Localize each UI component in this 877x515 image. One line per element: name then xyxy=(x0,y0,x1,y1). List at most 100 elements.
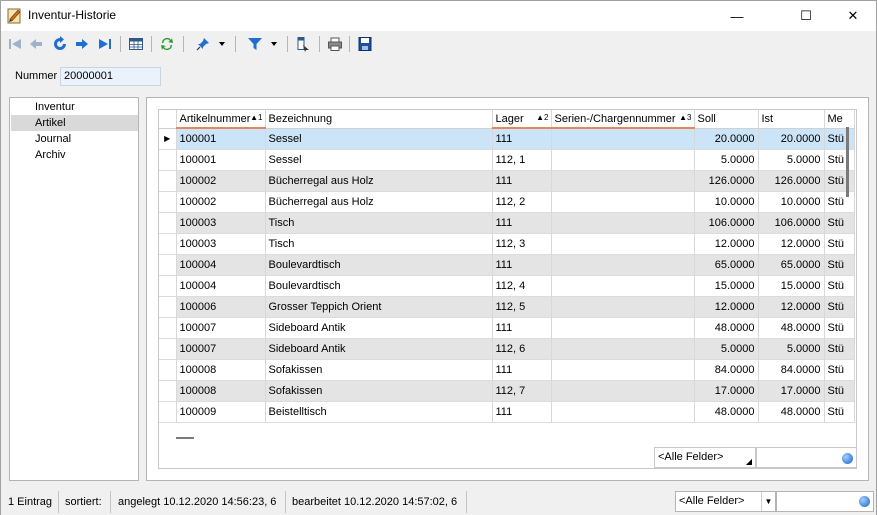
table-row[interactable]: 100004 Boulevardtisch 111 65.0000 65.0000 Stü xyxy=(159,254,855,276)
cell-serien-chargennummer[interactable] xyxy=(551,359,695,381)
cell-artikelnummer[interactable]: 100007 xyxy=(176,338,266,360)
cell-bezeichnung[interactable]: Sessel xyxy=(265,149,493,171)
cell-artikelnummer[interactable]: 100003 xyxy=(176,212,266,234)
cell-serien-chargennummer[interactable] xyxy=(551,296,695,318)
table-row[interactable]: 100003 Tisch 112, 3 12.0000 12.0000 Stü xyxy=(159,233,855,255)
cell-artikelnummer[interactable]: 100008 xyxy=(176,359,266,381)
table-row[interactable]: ▶ 100001 Sessel 111 20.0000 20.0000 Stü xyxy=(159,128,855,150)
pin-button[interactable] xyxy=(193,34,213,54)
print-button[interactable] xyxy=(325,34,345,54)
cell-lager[interactable]: 111 xyxy=(492,317,552,339)
cell-artikelnummer[interactable]: 100009 xyxy=(176,401,266,423)
row-indicator[interactable]: ▶ xyxy=(159,128,177,150)
cell-artikelnummer[interactable]: 100001 xyxy=(176,128,266,150)
vertical-scrollbar[interactable] xyxy=(844,127,852,427)
cell-bezeichnung[interactable]: Bücherregal aus Holz xyxy=(265,191,493,213)
cell-artikelnummer[interactable]: 100007 xyxy=(176,317,266,339)
cell-lager[interactable]: 112, 2 xyxy=(492,191,552,213)
cell-lager[interactable]: 112, 7 xyxy=(492,380,552,402)
last-record-button[interactable] xyxy=(95,34,115,54)
cell-lager[interactable]: 112, 6 xyxy=(492,338,552,360)
column-header-lager[interactable]: Lager ▲2 xyxy=(492,110,552,129)
cell-lager[interactable]: 111 xyxy=(492,128,552,150)
table-row[interactable]: 100009 Beistelltisch 111 48.0000 48.0000 Stü xyxy=(159,401,855,423)
refresh-record-button[interactable] xyxy=(50,34,70,54)
table-row[interactable]: 100008 Sofakissen 111 84.0000 84.0000 Stü xyxy=(159,359,855,381)
cell-bezeichnung[interactable]: Grosser Teppich Orient xyxy=(265,296,493,318)
nummer-field[interactable]: 20000001 xyxy=(60,67,161,86)
globe-icon[interactable] xyxy=(842,453,853,464)
cell-serien-chargennummer[interactable] xyxy=(551,380,695,402)
cell-serien-chargennummer[interactable] xyxy=(551,149,695,171)
cell-bezeichnung[interactable]: Tisch xyxy=(265,233,493,255)
row-indicator[interactable] xyxy=(159,359,177,381)
row-indicator[interactable] xyxy=(159,317,177,339)
row-indicator[interactable] xyxy=(159,401,177,423)
cell-artikelnummer[interactable]: 100002 xyxy=(176,191,266,213)
row-indicator[interactable] xyxy=(159,338,177,360)
nav-item-artikel[interactable]: Artikel xyxy=(11,115,138,131)
cell-bezeichnung[interactable]: Sofakissen xyxy=(265,359,493,381)
previous-record-button[interactable] xyxy=(26,34,46,54)
horizontal-scroll-thumb[interactable] xyxy=(176,437,194,439)
cell-ist[interactable]: 65.0000 xyxy=(758,254,825,276)
cell-soll[interactable]: 48.0000 xyxy=(694,317,759,339)
cell-serien-chargennummer[interactable] xyxy=(551,254,695,276)
cell-ist[interactable]: 15.0000 xyxy=(758,275,825,297)
column-header-serien-chargennummer[interactable]: Serien-/Chargennummer ▲3 xyxy=(551,110,695,129)
cell-bezeichnung[interactable]: Bücherregal aus Holz xyxy=(265,170,493,192)
reload-button[interactable] xyxy=(157,34,177,54)
cell-artikelnummer[interactable]: 100001 xyxy=(176,149,266,171)
cell-bezeichnung[interactable]: Tisch xyxy=(265,212,493,234)
cell-ist[interactable]: 20.0000 xyxy=(758,128,825,150)
grid-search-input[interactable] xyxy=(756,447,857,468)
column-header-me[interactable]: Me xyxy=(824,110,855,129)
cell-ist[interactable]: 84.0000 xyxy=(758,359,825,381)
maximize-button[interactable]: ☐ xyxy=(783,1,829,31)
cell-soll[interactable]: 5.0000 xyxy=(694,149,759,171)
save-button[interactable] xyxy=(355,34,375,54)
cell-artikelnummer[interactable]: 100003 xyxy=(176,233,266,255)
pin-dropdown-button[interactable] xyxy=(216,34,228,54)
cell-bezeichnung[interactable]: Sideboard Antik xyxy=(265,317,493,339)
cell-artikelnummer[interactable]: 100004 xyxy=(176,254,266,276)
cell-soll[interactable]: 126.0000 xyxy=(694,170,759,192)
cell-ist[interactable]: 10.0000 xyxy=(758,191,825,213)
row-indicator[interactable] xyxy=(159,170,177,192)
table-row[interactable]: 100004 Boulevardtisch 112, 4 15.0000 15.0000… xyxy=(159,275,855,297)
column-header-ist[interactable]: Ist xyxy=(758,110,825,129)
cell-lager[interactable]: 111 xyxy=(492,170,552,192)
cell-serien-chargennummer[interactable] xyxy=(551,170,695,192)
cell-lager[interactable]: 111 xyxy=(492,401,552,423)
cell-ist[interactable]: 5.0000 xyxy=(758,149,825,171)
table-view-button[interactable] xyxy=(126,34,146,54)
column-header-soll[interactable]: Soll xyxy=(694,110,759,129)
globe-icon[interactable] xyxy=(859,496,870,507)
cell-lager[interactable]: 112, 4 xyxy=(492,275,552,297)
table-row[interactable]: 100002 Bücherregal aus Holz 112, 2 10.0000 1… xyxy=(159,191,855,213)
table-row[interactable]: 100002 Bücherregal aus Holz 111 126.0000 126… xyxy=(159,170,855,192)
cell-soll[interactable]: 17.0000 xyxy=(694,380,759,402)
cell-lager[interactable]: 112, 3 xyxy=(492,233,552,255)
cell-ist[interactable]: 106.0000 xyxy=(758,212,825,234)
close-button[interactable]: ✕ xyxy=(830,1,876,31)
cell-serien-chargennummer[interactable] xyxy=(551,128,695,150)
cell-artikelnummer[interactable]: 100002 xyxy=(176,170,266,192)
cell-ist[interactable]: 126.0000 xyxy=(758,170,825,192)
cell-bezeichnung[interactable]: Beistelltisch xyxy=(265,401,493,423)
nav-item-journal[interactable]: Journal xyxy=(11,131,138,147)
artikel-grid[interactable]: Artikelnummer ▲1 Bezeichnung Lager ▲2 Seri… xyxy=(158,109,857,469)
cell-ist[interactable]: 12.0000 xyxy=(758,233,825,255)
table-row[interactable]: 100008 Sofakissen 112, 7 17.0000 17.0000 Stü xyxy=(159,380,855,402)
cell-soll[interactable]: 15.0000 xyxy=(694,275,759,297)
row-indicator[interactable] xyxy=(159,233,177,255)
table-row[interactable]: 100007 Sideboard Antik 112, 6 5.0000 5.0000 S… xyxy=(159,338,855,360)
filter-button[interactable] xyxy=(245,34,265,54)
cell-bezeichnung[interactable]: Boulevardtisch xyxy=(265,254,493,276)
status-search-input[interactable] xyxy=(776,491,874,512)
next-record-button[interactable] xyxy=(72,34,92,54)
table-row[interactable]: 100006 Grosser Teppich Orient 112, 5 12.000… xyxy=(159,296,855,318)
cell-lager[interactable]: 111 xyxy=(492,359,552,381)
cell-bezeichnung[interactable]: Sideboard Antik xyxy=(265,338,493,360)
cell-soll[interactable]: 84.0000 xyxy=(694,359,759,381)
